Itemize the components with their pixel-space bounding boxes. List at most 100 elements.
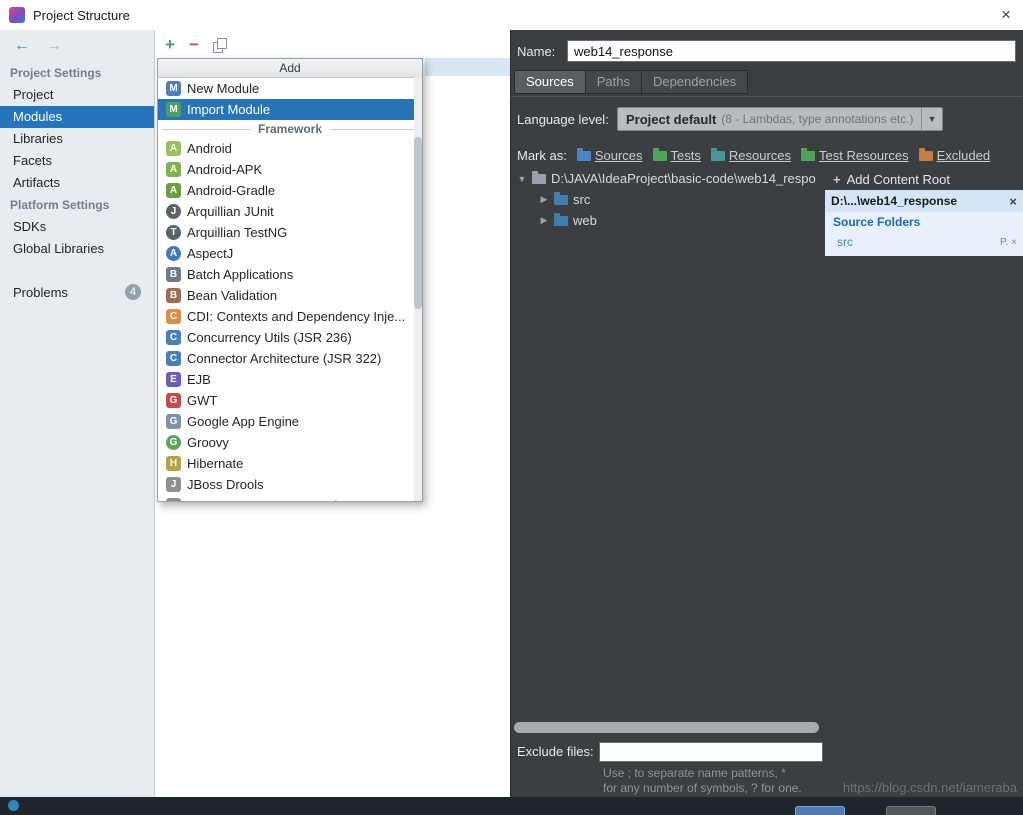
popup-item-android[interactable]: A Android bbox=[158, 138, 422, 159]
popup-item-batch-applications[interactable]: B Batch Applications bbox=[158, 264, 422, 285]
popup-item-aspectj[interactable]: A AspectJ bbox=[158, 243, 422, 264]
cancel-button-partial[interactable] bbox=[886, 806, 936, 815]
source-folder-item[interactable]: src P. × bbox=[825, 232, 1023, 252]
android-apk-icon: A bbox=[166, 162, 181, 177]
remove-folder-icon[interactable]: × bbox=[1011, 237, 1017, 248]
exclude-hint-line2: for any number of symbols, ? for one. bbox=[603, 781, 802, 795]
popup-item-android-apk[interactable]: A Android-APK bbox=[158, 159, 422, 180]
popup-item-connector-architecture[interactable]: C Connector Architecture (JSR 322) bbox=[158, 348, 422, 369]
popup-item-jms[interactable]: J JMS: Java Message Service bbox=[158, 495, 422, 502]
jboss-drools-icon: J bbox=[166, 477, 181, 492]
tab-sources[interactable]: Sources bbox=[514, 70, 586, 94]
language-level-select[interactable]: Project default (8 - Lambdas, type annot… bbox=[617, 107, 943, 131]
mark-as-bar: Mark as: Sources Tests Resources Test Re… bbox=[517, 148, 990, 163]
tree-row-src[interactable]: ▶ src bbox=[511, 189, 824, 210]
content-tree: ▼ D:\JAVA\IdeaProject\basic-code\web14_r… bbox=[511, 168, 824, 231]
sidebar-item-problems[interactable]: Problems 4 bbox=[0, 281, 154, 303]
folder-icon bbox=[532, 174, 546, 184]
add-icon[interactable]: + bbox=[165, 34, 175, 56]
ok-button-partial[interactable] bbox=[795, 806, 845, 815]
popup-item-google-app-engine[interactable]: G Google App Engine bbox=[158, 411, 422, 432]
popup-item-gwt[interactable]: G GWT bbox=[158, 390, 422, 411]
popup-item-ejb[interactable]: E EJB bbox=[158, 369, 422, 390]
back-arrow-icon[interactable]: ← bbox=[14, 37, 30, 55]
chevron-down-icon[interactable]: ▼ bbox=[517, 174, 527, 184]
bottom-bar bbox=[0, 797, 1023, 815]
language-level-label: Language level: bbox=[517, 112, 609, 127]
sidebar-item-global-libraries[interactable]: Global Libraries bbox=[0, 238, 154, 260]
problems-badge: 4 bbox=[125, 284, 141, 300]
chevron-right-icon[interactable]: ▶ bbox=[539, 215, 549, 226]
plus-icon: + bbox=[833, 172, 841, 187]
history-nav: ← → bbox=[0, 30, 154, 62]
popup-item-android-gradle[interactable]: A Android-Gradle bbox=[158, 180, 422, 201]
remove-content-root-icon[interactable]: × bbox=[1005, 194, 1017, 209]
popup-item-cdi[interactable]: C CDI: Contexts and Dependency Inje... bbox=[158, 306, 422, 327]
popup-item-label: Arquillian JUnit bbox=[187, 204, 274, 219]
package-prefix-icon[interactable]: P. bbox=[1000, 237, 1008, 248]
popup-item-bean-validation[interactable]: B Bean Validation bbox=[158, 285, 422, 306]
popup-item-import-module[interactable]: M Import Module bbox=[158, 99, 422, 120]
mark-as-test-resources[interactable]: Test Resources bbox=[801, 148, 909, 163]
popup-item-groovy[interactable]: G Groovy bbox=[158, 432, 422, 453]
jms-icon: J bbox=[166, 498, 181, 502]
content-root-entry[interactable]: D:\...\web14_response × bbox=[825, 190, 1023, 212]
exclude-files-input[interactable] bbox=[599, 742, 823, 762]
forward-arrow-icon[interactable]: → bbox=[46, 37, 62, 55]
connector-architecture-icon: C bbox=[166, 351, 181, 366]
mark-as-resources[interactable]: Resources bbox=[711, 148, 791, 163]
add-content-root-button[interactable]: + Add Content Root bbox=[825, 168, 1023, 190]
popup-item-label: Hibernate bbox=[187, 456, 243, 471]
popup-item-jboss-drools[interactable]: J JBoss Drools bbox=[158, 474, 422, 495]
import-module-icon: M bbox=[166, 102, 181, 117]
popup-item-arquillian-testng[interactable]: T Arquillian TestNG bbox=[158, 222, 422, 243]
popup-item-hibernate[interactable]: H Hibernate bbox=[158, 453, 422, 474]
close-icon[interactable]: × bbox=[989, 0, 1023, 30]
popup-item-label: Android-APK bbox=[187, 162, 262, 177]
mark-as-sources[interactable]: Sources bbox=[577, 148, 643, 163]
concurrency-utils-icon: C bbox=[166, 330, 181, 345]
ejb-icon: E bbox=[166, 372, 181, 387]
language-level-value: Project default bbox=[626, 112, 716, 127]
sidebar-item-facets[interactable]: Facets bbox=[0, 150, 154, 172]
popup-item-arquillian-junit[interactable]: J Arquillian JUnit bbox=[158, 201, 422, 222]
tabs-separator bbox=[511, 96, 1023, 97]
status-circle-icon[interactable] bbox=[8, 800, 19, 811]
arquillian-testng-icon: T bbox=[166, 225, 181, 240]
tab-dependencies[interactable]: Dependencies bbox=[642, 70, 748, 94]
sidebar-item-modules[interactable]: Modules bbox=[0, 106, 154, 128]
chevron-right-icon[interactable]: ▶ bbox=[539, 194, 549, 205]
mark-as-excluded[interactable]: Excluded bbox=[919, 148, 990, 163]
popup-item-new-module[interactable]: M New Module bbox=[158, 78, 422, 99]
popup-item-concurrency-utils[interactable]: C Concurrency Utils (JSR 236) bbox=[158, 327, 422, 348]
source-folder-actions: P. × bbox=[1000, 237, 1017, 248]
bean-validation-icon: B bbox=[166, 288, 181, 303]
tree-row-web[interactable]: ▶ web bbox=[511, 210, 824, 231]
mark-as-tests[interactable]: Tests bbox=[653, 148, 701, 163]
groovy-icon: G bbox=[166, 435, 181, 450]
sidebar-item-sdks[interactable]: SDKs bbox=[0, 216, 154, 238]
tree-item-label: src bbox=[573, 192, 590, 207]
resources-folder-icon bbox=[711, 151, 725, 161]
remove-icon[interactable]: − bbox=[189, 34, 199, 56]
popup-scrollbar-thumb[interactable] bbox=[414, 137, 422, 309]
google-app-engine-icon: G bbox=[166, 414, 181, 429]
source-folders-header: Source Folders bbox=[825, 212, 1023, 232]
tab-paths[interactable]: Paths bbox=[586, 70, 642, 94]
chevron-down-icon: ▼ bbox=[921, 108, 942, 130]
sidebar-item-libraries[interactable]: Libraries bbox=[0, 128, 154, 150]
sidebar-item-project[interactable]: Project bbox=[0, 84, 154, 106]
batch-applications-icon: B bbox=[166, 267, 181, 282]
add-popup-menu: Add M New Module M Import Module Framewo… bbox=[157, 58, 423, 502]
popup-item-label: Arquillian TestNG bbox=[187, 225, 287, 240]
popup-scrollbar[interactable] bbox=[414, 77, 422, 501]
name-input[interactable] bbox=[567, 40, 1016, 62]
sidebar-item-artifacts[interactable]: Artifacts bbox=[0, 172, 154, 194]
popup-item-label: AspectJ bbox=[187, 246, 233, 261]
copy-icon[interactable] bbox=[213, 38, 228, 53]
tree-root-row[interactable]: ▼ D:\JAVA\IdeaProject\basic-code\web14_r… bbox=[511, 168, 824, 189]
name-label: Name: bbox=[517, 44, 555, 59]
exclude-files-label: Exclude files: bbox=[517, 744, 594, 759]
horizontal-scrollbar[interactable] bbox=[514, 722, 819, 733]
excluded-folder-icon bbox=[919, 151, 933, 161]
